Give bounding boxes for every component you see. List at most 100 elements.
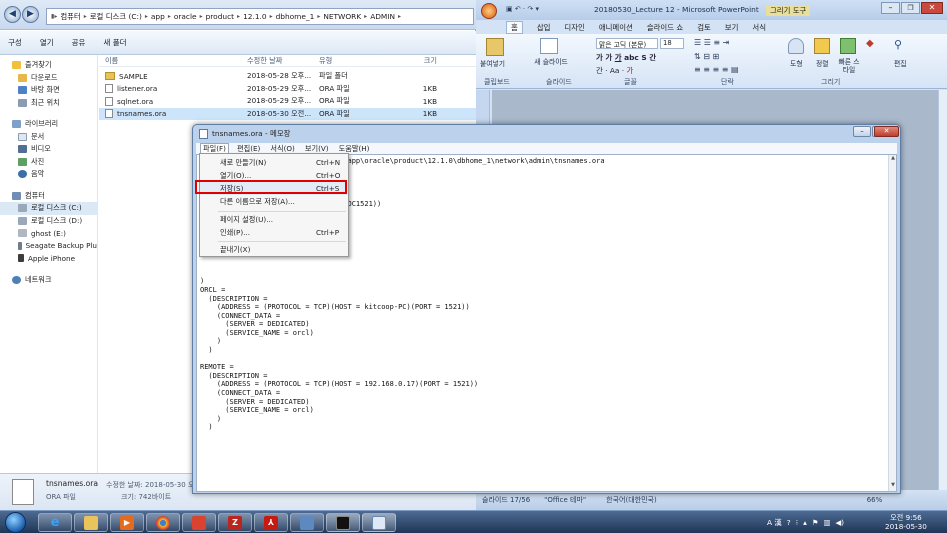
tab-insert[interactable]: 삽입 [537, 22, 551, 33]
menu-edit[interactable]: 편집(E) [235, 144, 262, 154]
new-slide-icon[interactable] [540, 38, 558, 54]
nav-iphone[interactable]: Apple iPhone [0, 252, 97, 265]
minimize-icon[interactable]: – [881, 2, 900, 14]
quick-access-icon[interactable]: ▣ ↶ · ↷ ▾ [506, 5, 539, 13]
taskbar-media[interactable]: ▶ [110, 513, 144, 532]
close-icon[interactable]: ✕ [921, 2, 943, 14]
breadcrumb-item[interactable]: NETWORK [320, 12, 364, 21]
breadcrumb-item[interactable]: 로컬 디스크 (C:) [87, 11, 145, 22]
menu-format[interactable]: 서식(O) [268, 144, 297, 154]
column-name[interactable]: 이름 [99, 56, 247, 66]
maximize-icon[interactable]: ❐ [901, 2, 920, 14]
breadcrumb-item[interactable]: dbhome_1 [273, 12, 318, 21]
paste-button[interactable]: 붙여넣기 [480, 58, 505, 68]
nav-documents[interactable]: 문서 [0, 131, 97, 144]
menu-help[interactable]: 도움말(H) [337, 144, 372, 154]
shapes-icon[interactable] [788, 38, 804, 54]
help-icon[interactable]: ? [787, 518, 791, 527]
tray-expand-icon[interactable]: ▴ [803, 518, 807, 527]
tab-format[interactable]: 서식 [752, 22, 766, 33]
office-button-icon[interactable] [481, 3, 497, 19]
find-icon[interactable]: ⚲ [894, 38, 902, 51]
menu-item-exit[interactable]: 끝내기(X) [200, 243, 348, 256]
quick-styles-button[interactable]: 빠른 스타일 [837, 58, 861, 74]
tab-slideshow[interactable]: 슬라이드 쇼 [647, 22, 683, 33]
flag-icon[interactable]: ⚑ [812, 518, 819, 527]
tab-design[interactable]: 디자인 [564, 22, 584, 33]
back-icon[interactable]: ◀ [4, 6, 21, 23]
nav-network[interactable]: 네트워크 [0, 274, 97, 287]
file-row-selected[interactable]: tnsnames.ora 2018-05-30 오전... ORA 파일 1KB [99, 107, 476, 120]
tab-view[interactable]: 보기 [725, 22, 739, 33]
address-bar[interactable]: ▮ ▸ 컴퓨터 ▸ 로컬 디스크 (C:) ▸ app ▸ oracle ▸ produc… [46, 8, 474, 25]
taskbar-pdf[interactable]: ⅄ [254, 513, 288, 532]
breadcrumb-item[interactable]: product [203, 12, 237, 21]
edit-button[interactable]: 편집 [894, 58, 907, 68]
nav-music[interactable]: 음악 [0, 168, 97, 181]
new-folder-button[interactable]: 새 폴더 [103, 37, 126, 48]
nav-desktop[interactable]: 바탕 화면 [0, 84, 97, 97]
minimize-icon[interactable]: – [853, 126, 871, 137]
tab-home[interactable]: 홈 [506, 20, 523, 34]
zoom-level[interactable]: 66% [867, 496, 883, 504]
organize-button[interactable]: 구성 [8, 37, 22, 48]
direction-icons[interactable]: ⇅ ⊟ ⊞ [694, 52, 719, 61]
column-size[interactable]: 크기 [387, 56, 437, 66]
taskbar-network-app[interactable] [290, 513, 324, 532]
font-size-select[interactable]: 18 [660, 38, 684, 49]
settings-icon[interactable]: ⁝ [796, 518, 798, 527]
align-icons[interactable]: ≡ ≡ ≡ ≡ ▤ [694, 65, 739, 74]
fill-color-icon[interactable]: ◆ [866, 38, 874, 49]
menu-view[interactable]: 보기(V) [303, 144, 331, 154]
taskbar-ie[interactable]: e [38, 513, 72, 532]
paste-icon[interactable] [486, 38, 504, 56]
menu-item-print[interactable]: 인쇄(P)... Ctrl+P [200, 226, 348, 239]
taskbar-chrome[interactable] [146, 513, 180, 532]
share-button[interactable]: 공유 [72, 37, 86, 48]
nav-computer[interactable]: 컴퓨터 [0, 190, 97, 203]
close-icon[interactable]: ✕ [874, 126, 899, 137]
ime-indicator[interactable]: A 漢 [767, 517, 782, 528]
notepad-scrollbar[interactable]: ▲ ▼ [888, 155, 896, 491]
nav-seagate[interactable]: Seagate Backup Plu [0, 240, 97, 253]
font-format-icons[interactable]: 가 가 가 abc S 간 [596, 52, 656, 63]
menu-item-new[interactable]: 새로 만들기(N) Ctrl+N [200, 156, 348, 169]
breadcrumb-item[interactable]: ADMIN [367, 12, 398, 21]
menu-item-save-as[interactable]: 다른 이름으로 저장(A)... [200, 195, 348, 208]
arrange-button[interactable]: 정렬 [816, 58, 829, 68]
taskbar-cmd[interactable] [326, 513, 360, 532]
network-tray-icon[interactable]: ▥ [823, 518, 830, 527]
font-name-select[interactable]: 맑은 고딕 (본문) [596, 38, 658, 49]
scroll-down-icon[interactable]: ▼ [889, 482, 896, 490]
breadcrumb-item[interactable]: app [148, 12, 168, 21]
new-slide-button[interactable]: 새 슬라이드 [534, 58, 568, 66]
nav-drive-e[interactable]: ghost (E:) [0, 227, 97, 240]
file-row[interactable]: sqlnet.ora 2018-05-29 오후... ORA 파일 1KB [99, 95, 476, 108]
nav-pictures[interactable]: 사진 [0, 156, 97, 169]
paragraph-icons[interactable]: ☰ ☰ ≡ ⇥ [694, 38, 729, 47]
column-type[interactable]: 유형 [319, 56, 387, 66]
quick-styles-icon[interactable] [840, 38, 856, 54]
nav-recent[interactable]: 최근 위치 [0, 97, 97, 110]
file-row[interactable]: listener.ora 2018-05-29 오후... ORA 파일 1KB [99, 83, 476, 96]
column-date[interactable]: 수정한 날짜 [247, 56, 319, 66]
arrange-icon[interactable] [814, 38, 830, 54]
ppt-scrollbar[interactable] [938, 90, 947, 490]
nav-libraries[interactable]: 라이브러리 [0, 118, 97, 131]
taskbar-notepad[interactable] [362, 513, 396, 532]
menu-item-page-setup[interactable]: 페이지 설정(U)... [200, 213, 348, 226]
nav-drive-c[interactable]: 로컬 디스크 (C:) [0, 202, 97, 215]
breadcrumb-item[interactable]: 12.1.0 [240, 12, 270, 21]
font-color-icons[interactable]: 간 · Aa · 가 [596, 65, 633, 76]
nav-videos[interactable]: 비디오 [0, 143, 97, 156]
scroll-up-icon[interactable]: ▲ [889, 155, 896, 163]
taskbar-app[interactable] [182, 513, 216, 532]
start-button-icon[interactable] [5, 512, 26, 533]
forward-icon[interactable]: ▶ [22, 6, 39, 23]
shapes-button[interactable]: 도형 [790, 58, 803, 68]
volume-icon[interactable]: ◀) [835, 518, 844, 527]
taskbar-explorer[interactable] [74, 513, 108, 532]
tab-animation[interactable]: 애니메이션 [599, 22, 633, 33]
open-button[interactable]: 열기 [40, 37, 54, 48]
tab-review[interactable]: 검토 [697, 22, 711, 33]
